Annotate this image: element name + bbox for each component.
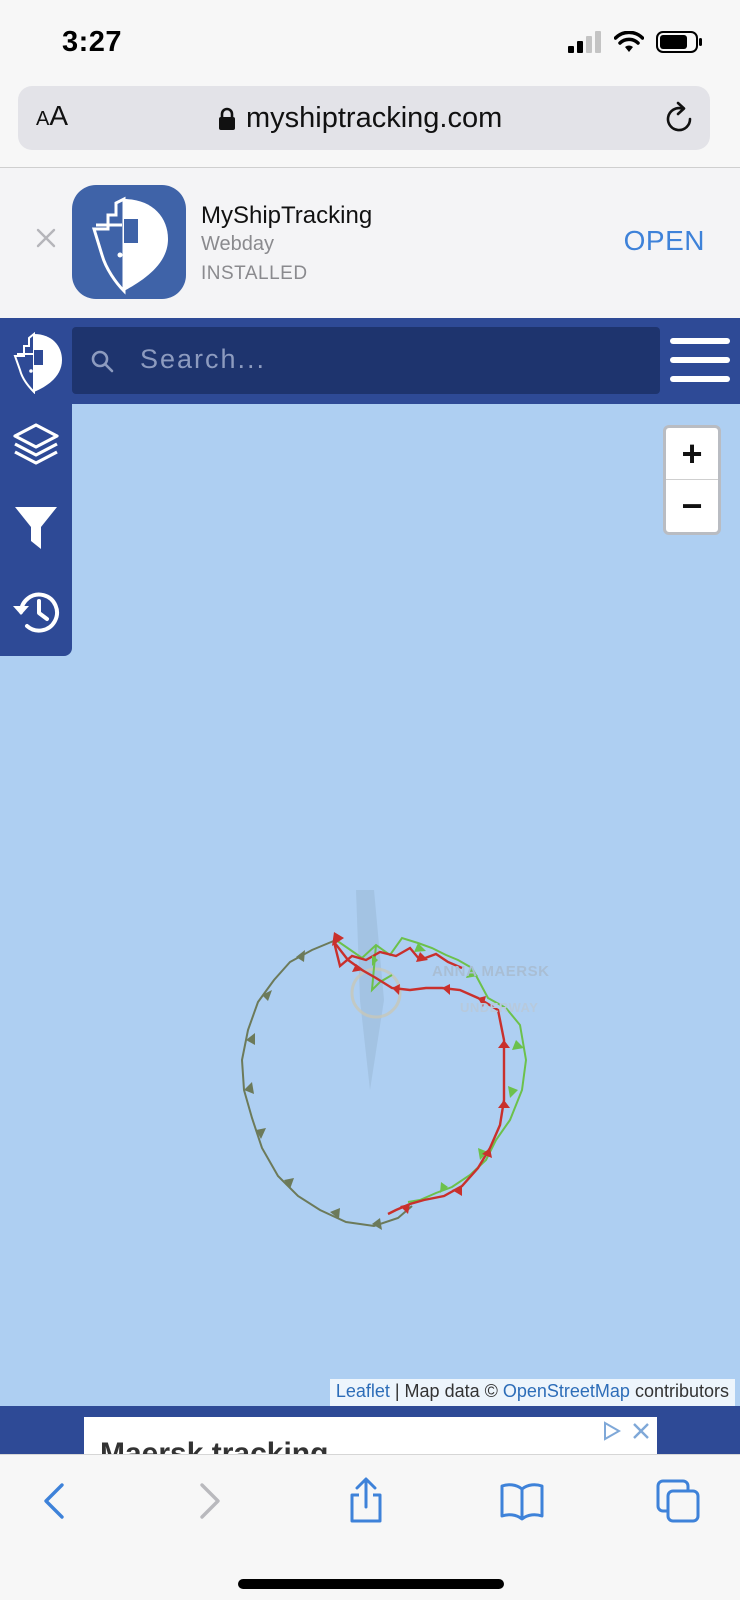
open-app-button[interactable]: OPEN — [624, 225, 705, 257]
app-install-status: INSTALLED — [201, 263, 308, 284]
track-grey — [240, 939, 413, 1228]
search-placeholder: Search... — [140, 344, 267, 374]
ad-title: Maersk tracking — [100, 1437, 329, 1454]
signal-icon — [568, 31, 601, 53]
browser-toolbar: AA myshiptracking.com — [0, 84, 740, 168]
wifi-icon — [614, 31, 644, 52]
map-attribution: Leaflet | Map data © OpenStreetMap contr… — [329, 1379, 735, 1406]
adchoices-icon[interactable] — [601, 1421, 623, 1441]
home-indicator — [238, 1579, 504, 1589]
battery-icon — [656, 31, 702, 53]
reload-icon[interactable] — [664, 100, 696, 139]
back-icon[interactable] — [26, 1473, 82, 1529]
url-display[interactable]: myshiptracking.com — [218, 102, 502, 135]
status-time: 3:27 — [62, 26, 123, 58]
bookmarks-icon[interactable] — [494, 1473, 550, 1529]
text-size-button[interactable]: AA — [36, 100, 68, 132]
attribution-separator: | Map data © — [389, 1381, 503, 1401]
search-input[interactable]: Search... — [72, 327, 660, 394]
share-icon[interactable] — [338, 1473, 394, 1529]
openstreetmap-link[interactable]: OpenStreetMap — [503, 1381, 630, 1401]
ad-banner[interactable]: Maersk tracking — [84, 1417, 657, 1454]
app-developer: Webday — [201, 233, 275, 255]
app-name: MyShipTracking — [201, 202, 373, 229]
search-icon — [91, 350, 114, 373]
menu-icon[interactable] — [670, 338, 730, 382]
url-text: myshiptracking.com — [246, 102, 503, 134]
ad-close-icon[interactable] — [631, 1421, 651, 1441]
address-bar[interactable]: AA myshiptracking.com — [18, 86, 710, 150]
status-bar: 3:27 — [0, 0, 740, 84]
vessel-marker[interactable] — [356, 890, 384, 1090]
map-canvas[interactable] — [0, 404, 740, 1406]
attribution-contributors: contributors — [629, 1381, 729, 1401]
lock-icon — [219, 107, 235, 130]
tabs-icon[interactable] — [650, 1473, 706, 1529]
leaflet-link[interactable]: Leaflet — [336, 1381, 390, 1401]
smart-app-banner: MyShipTracking Webday INSTALLED OPEN — [0, 168, 740, 318]
close-icon[interactable] — [34, 226, 58, 250]
site-logo[interactable] — [10, 328, 64, 394]
site-header: Search... — [0, 318, 740, 404]
browser-bottom-toolbar — [0, 1454, 740, 1600]
vessel-name-label[interactable]: ANNA MAERSK — [432, 963, 549, 980]
status-icons — [568, 30, 704, 54]
ad-controls — [601, 1421, 651, 1441]
forward-icon[interactable] — [182, 1473, 238, 1529]
app-icon — [72, 185, 186, 299]
vessel-status-label: UNDERWAY — [460, 1000, 539, 1015]
ad-strip: Maersk tracking — [0, 1406, 740, 1454]
